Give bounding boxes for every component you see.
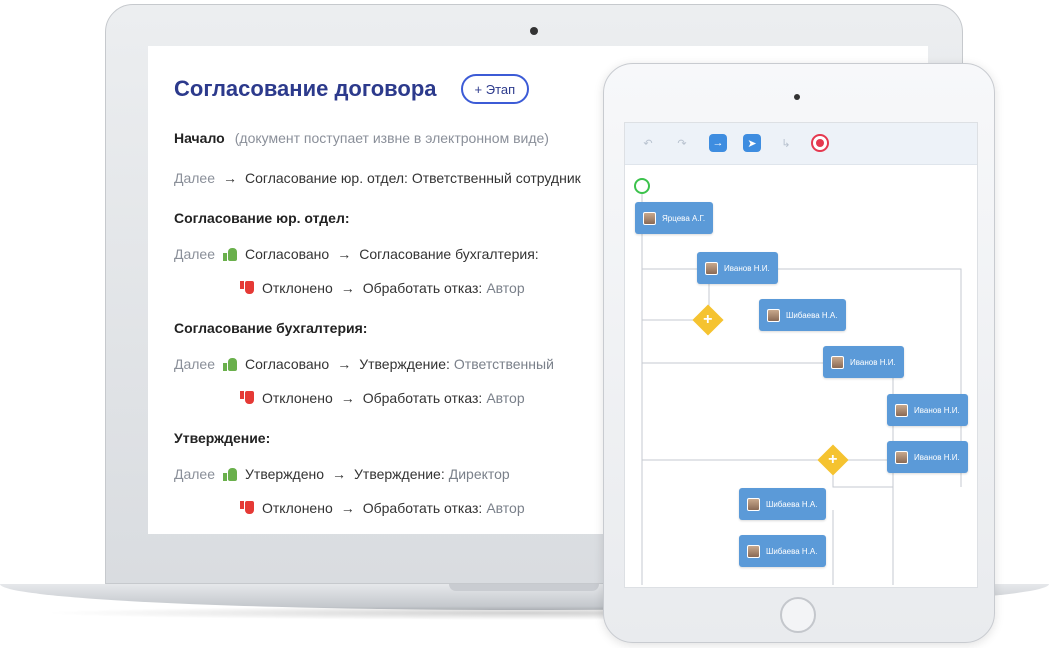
- flow-node[interactable]: Иванов Н.И.: [887, 441, 968, 473]
- tablet-frame: ↶ ↷ → ➤ ↳ Ярцева А.Г. Иванов Н.И. + Шиба…: [603, 63, 995, 643]
- laptop-notch: [449, 584, 599, 591]
- undo-icon[interactable]: ↶: [639, 134, 657, 152]
- branch-icon[interactable]: ↳: [777, 134, 795, 152]
- approve-label: Утверждено: [245, 466, 325, 482]
- avatar: [705, 261, 718, 275]
- avatar: [747, 544, 760, 558]
- reject-label: Отклонено: [262, 500, 333, 516]
- reject-assignee: Автор: [486, 500, 525, 516]
- arrow-icon: →: [332, 466, 347, 482]
- next-label: Далее: [174, 170, 216, 186]
- avatar: [895, 450, 908, 464]
- arrow-icon: →: [340, 280, 355, 296]
- stage-title-text[interactable]: Утверждение:: [174, 430, 270, 446]
- reject-target[interactable]: Обработать отказ:: [363, 500, 483, 516]
- record-icon[interactable]: [811, 134, 829, 152]
- tablet-screen: ↶ ↷ → ➤ ↳ Ярцева А.Г. Иванов Н.И. + Шиба…: [624, 122, 978, 588]
- node-label: Шибаева Н.А.: [786, 310, 838, 320]
- reject-target[interactable]: Обработать отказ:: [363, 280, 483, 296]
- node-label: Шибаева Н.А.: [766, 499, 818, 509]
- stage-title-text[interactable]: Согласование бухгалтерия:: [174, 320, 367, 336]
- send-icon[interactable]: ➤: [743, 134, 761, 152]
- next-label: Далее: [174, 356, 216, 372]
- start-node[interactable]: [634, 178, 650, 194]
- thumbs-down-icon: [240, 391, 256, 405]
- approve-assignee: Ответственный: [453, 356, 554, 372]
- arrow-icon: →: [223, 170, 238, 186]
- stage-title: Согласование юр. отдел:: [174, 210, 350, 226]
- tablet-camera: [794, 94, 800, 100]
- node-label: Шибаева Н.А.: [766, 546, 818, 556]
- node-label: Иванов Н.И.: [724, 263, 770, 273]
- flow-diagram: Ярцева А.Г. Иванов Н.И. + Шибаева Н.А. И…: [625, 165, 977, 587]
- flow-node[interactable]: Иванов Н.И.: [823, 346, 904, 378]
- laptop-camera: [530, 27, 538, 35]
- node-label: Иванов Н.И.: [914, 452, 960, 462]
- add-stage-button[interactable]: + Этап: [460, 74, 530, 104]
- thumbs-up-icon: [223, 357, 239, 371]
- arrow-icon: →: [340, 390, 355, 406]
- document-header: Согласование договора + Этап: [174, 74, 530, 104]
- node-label: Иванов Н.И.: [914, 405, 960, 415]
- stage-reject-line: Отклонено → Обработать отказ: Автор: [232, 280, 525, 296]
- page-title: Согласование договора: [174, 76, 437, 101]
- plus-icon: +: [828, 451, 838, 468]
- next-label: Далее: [174, 466, 216, 482]
- reject-assignee: Автор: [486, 390, 525, 406]
- reject-label: Отклонено: [262, 390, 333, 406]
- stage-title: Утверждение:: [174, 430, 270, 446]
- flow-node[interactable]: Иванов Н.И.: [887, 394, 968, 426]
- thumbs-up-icon: [223, 247, 239, 261]
- avatar: [895, 403, 908, 417]
- redo-icon[interactable]: ↷: [673, 134, 691, 152]
- thumbs-up-icon: [223, 467, 239, 481]
- stage-reject-line: Отклонено → Обработать отказ: Автор: [232, 390, 525, 406]
- flow-toolbar: ↶ ↷ → ➤ ↳: [625, 123, 977, 165]
- avatar: [643, 211, 656, 225]
- approve-target[interactable]: Утверждение:: [359, 356, 450, 372]
- home-button[interactable]: [780, 597, 816, 633]
- stage-approve-line: Далее Согласовано → Утверждение: Ответст…: [174, 356, 554, 372]
- approve-target[interactable]: Утверждение:: [354, 466, 445, 482]
- start-label: Начало: [174, 130, 225, 146]
- stage-title-text[interactable]: Согласование юр. отдел:: [174, 210, 350, 226]
- arrow-right-icon[interactable]: →: [709, 134, 727, 152]
- approve-target[interactable]: Согласование бухгалтерия:: [359, 246, 538, 262]
- next-label: Далее: [174, 246, 216, 262]
- stage-approve-line: Далее Согласовано → Согласование бухгалт…: [174, 246, 543, 262]
- approve-label: Согласовано: [245, 246, 330, 262]
- arrow-icon: →: [340, 500, 355, 516]
- start-note: (документ поступает извне в электронном …: [234, 130, 549, 146]
- stage-approve-line: Далее Утверждено → Утверждение: Директор: [174, 466, 510, 482]
- flow-node[interactable]: Шибаева Н.А.: [759, 299, 846, 331]
- approve-assignee: Директор: [448, 466, 510, 482]
- start-line: Начало (документ поступает извне в элект…: [174, 130, 549, 146]
- flow-node[interactable]: Ярцева А.Г.: [635, 202, 714, 234]
- node-label: Иванов Н.И.: [850, 357, 896, 367]
- node-label: Ярцева А.Г.: [662, 213, 706, 223]
- flow-node[interactable]: Шибаева Н.А.: [739, 488, 826, 520]
- reject-assignee: Автор: [486, 280, 525, 296]
- approve-label: Согласовано: [245, 356, 330, 372]
- thumbs-down-icon: [240, 281, 256, 295]
- avatar: [767, 308, 780, 322]
- thumbs-down-icon: [240, 501, 256, 515]
- reject-label: Отклонено: [262, 280, 333, 296]
- transition-target[interactable]: Согласование юр. отдел: Ответственный со…: [245, 170, 581, 186]
- avatar: [831, 355, 844, 369]
- plus-icon: +: [703, 311, 713, 328]
- stage-reject-line: Отклонено → Обработать отказ: Автор: [232, 500, 525, 516]
- stage-title: Согласование бухгалтерия:: [174, 320, 367, 336]
- flow-node[interactable]: Иванов Н.И.: [697, 252, 778, 284]
- flow-node[interactable]: Шибаева Н.А.: [739, 535, 826, 567]
- avatar: [747, 497, 760, 511]
- arrow-icon: →: [337, 356, 352, 372]
- reject-target[interactable]: Обработать отказ:: [363, 390, 483, 406]
- arrow-icon: →: [337, 246, 352, 262]
- first-transition: Далее → Согласование юр. отдел: Ответств…: [174, 170, 581, 186]
